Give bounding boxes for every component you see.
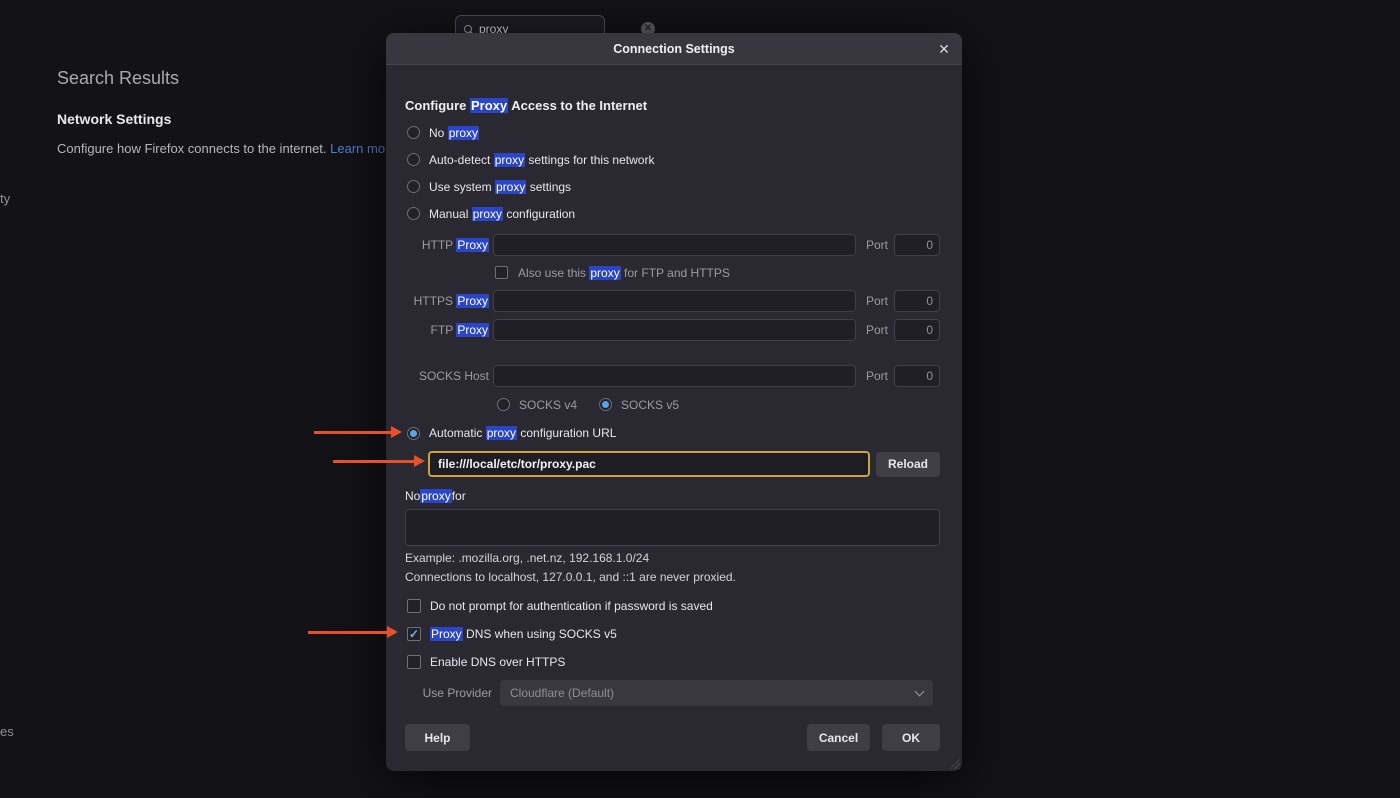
https-proxy-row: HTTPS Proxy Port <box>405 286 940 315</box>
pac-url-row: Reload <box>405 450 940 478</box>
socks-version-row: SOCKS v4 SOCKS v5 <box>405 390 940 419</box>
also-use-checkbox-row[interactable]: Also use this proxy for FTP and HTTPS <box>495 266 730 280</box>
ftp-proxy-row: FTP Proxy Port <box>405 315 940 344</box>
checkbox-icon[interactable] <box>407 655 421 669</box>
checkbox-label: Enable DNS over HTTPS <box>430 655 565 669</box>
https-port-input[interactable] <box>894 290 940 312</box>
dialog-button-row: Help Cancel OK <box>405 724 940 751</box>
ftp-proxy-input[interactable] <box>493 319 856 341</box>
radio-no-proxy[interactable]: No proxy <box>405 119 940 146</box>
socks-port-input[interactable] <box>894 365 940 387</box>
ftp-port-input[interactable] <box>894 319 940 341</box>
auto-radio-label: Automatic proxy configuration URL <box>429 426 616 440</box>
radio-manual-proxy[interactable]: Manual proxy configuration <box>405 200 940 227</box>
socks-v5-label: SOCKS v5 <box>621 398 679 412</box>
use-provider-label: Use Provider <box>405 686 492 700</box>
connection-settings-dialog: Connection Settings ✕ Configure Proxy Ac… <box>386 33 962 771</box>
socks-host-input[interactable] <box>493 365 856 387</box>
annotation-arrow-auto-radio <box>314 431 392 434</box>
http-proxy-input[interactable] <box>493 234 856 256</box>
radio-label: No proxy <box>429 126 479 140</box>
sidebar-partial-label-top: ty <box>0 191 10 206</box>
cancel-button[interactable]: Cancel <box>807 724 870 751</box>
radio-icon[interactable] <box>407 207 420 220</box>
radio-auto-detect[interactable]: Auto-detect proxy settings for this netw… <box>405 146 940 173</box>
provider-dropdown[interactable]: Cloudflare (Default) <box>500 680 933 706</box>
radio-icon-selected[interactable] <box>407 427 420 440</box>
heading-post: Access to the Internet <box>508 98 647 113</box>
http-port-label: Port <box>860 238 888 252</box>
ok-button[interactable]: OK <box>882 724 940 751</box>
ftp-proxy-label: FTP Proxy <box>405 323 489 337</box>
socks-host-label: SOCKS Host <box>405 369 489 383</box>
annotation-arrow-proxy-dns <box>308 631 388 634</box>
radio-label: Auto-detect proxy settings for this netw… <box>429 153 654 167</box>
also-use-label: Also use this proxy for FTP and HTTPS <box>518 266 730 280</box>
radio-system-proxy[interactable]: Use system proxy settings <box>405 173 940 200</box>
socks-host-row: SOCKS Host Port <box>405 361 940 390</box>
network-settings-description: Configure how Firefox connects to the in… <box>57 141 387 156</box>
ftp-port-label: Port <box>860 323 888 337</box>
dns-provider-row: Use Provider Cloudflare (Default) <box>405 680 940 706</box>
checkbox-proxy-dns-socks5[interactable]: ✓ Proxy DNS when using SOCKS v5 <box>405 620 940 648</box>
options-checkbox-group: Do not prompt for authentication if pass… <box>405 592 940 676</box>
checkbox-checked-icon[interactable]: ✓ <box>407 627 421 641</box>
chevron-down-icon <box>915 686 925 696</box>
radio-automatic-proxy-url[interactable]: Automatic proxy configuration URL <box>405 419 940 447</box>
socks-v4-label: SOCKS v4 <box>519 398 577 412</box>
no-proxy-for-textarea[interactable] <box>405 509 940 546</box>
http-port-input[interactable] <box>894 234 940 256</box>
socks-v4-radio-icon[interactable] <box>497 398 510 411</box>
provider-dropdown-value: Cloudflare (Default) <box>510 686 916 700</box>
https-proxy-label: HTTPS Proxy <box>405 294 489 308</box>
sidebar-partial-label-bottom: es <box>0 724 14 739</box>
checkbox-icon[interactable] <box>495 266 508 279</box>
http-proxy-label: HTTP Proxy <box>405 238 489 252</box>
radio-label: Manual proxy configuration <box>429 207 575 221</box>
annotation-arrow-url-field <box>333 460 415 463</box>
checkbox-icon[interactable] <box>407 599 421 613</box>
no-proxy-example-line: Example: .mozilla.org, .net.nz, 192.168.… <box>405 550 940 566</box>
https-port-label: Port <box>860 294 888 308</box>
checkbox-label: Do not prompt for authentication if pass… <box>430 599 713 613</box>
description-text: Configure how Firefox connects to the in… <box>57 141 330 156</box>
dialog-header: Connection Settings ✕ <box>386 33 962 65</box>
learn-more-link[interactable]: Learn mor <box>330 141 387 156</box>
checkbox-dns-over-https[interactable]: Enable DNS over HTTPS <box>405 648 940 676</box>
radio-icon[interactable] <box>407 180 420 193</box>
checkbox-no-prompt-auth[interactable]: Do not prompt for authentication if pass… <box>405 592 940 620</box>
heading-pre: Configure <box>405 98 470 113</box>
radio-icon[interactable] <box>407 153 420 166</box>
dialog-title: Connection Settings <box>613 42 735 56</box>
https-proxy-input[interactable] <box>493 290 856 312</box>
proxy-mode-radio-group: No proxy Auto-detect proxy settings for … <box>405 119 940 227</box>
search-icon <box>464 25 472 33</box>
pac-url-input[interactable] <box>428 451 870 477</box>
never-proxied-note: Connections to localhost, 127.0.0.1, and… <box>405 569 940 585</box>
also-use-row: Also use this proxy for FTP and HTTPS <box>405 259 940 286</box>
resize-grip[interactable] <box>947 756 960 769</box>
socks-port-label: Port <box>860 369 888 383</box>
radio-label: Use system proxy settings <box>429 180 571 194</box>
radio-icon[interactable] <box>407 126 420 139</box>
close-icon[interactable]: ✕ <box>935 40 953 58</box>
network-settings-heading: Network Settings <box>57 111 171 127</box>
heading-highlight: Proxy <box>470 98 508 113</box>
no-proxy-for-label: No proxy for <box>405 486 940 506</box>
socks-v5-radio-icon[interactable] <box>599 398 612 411</box>
dialog-content: Configure Proxy Access to the Internet N… <box>386 98 962 751</box>
search-results-heading: Search Results <box>57 68 179 89</box>
http-proxy-row: HTTP Proxy Port <box>405 230 940 259</box>
checkbox-label: Proxy DNS when using SOCKS v5 <box>430 627 617 641</box>
configure-proxy-heading: Configure Proxy Access to the Internet <box>405 98 940 114</box>
help-button[interactable]: Help <box>405 724 470 751</box>
reload-button[interactable]: Reload <box>876 452 940 477</box>
